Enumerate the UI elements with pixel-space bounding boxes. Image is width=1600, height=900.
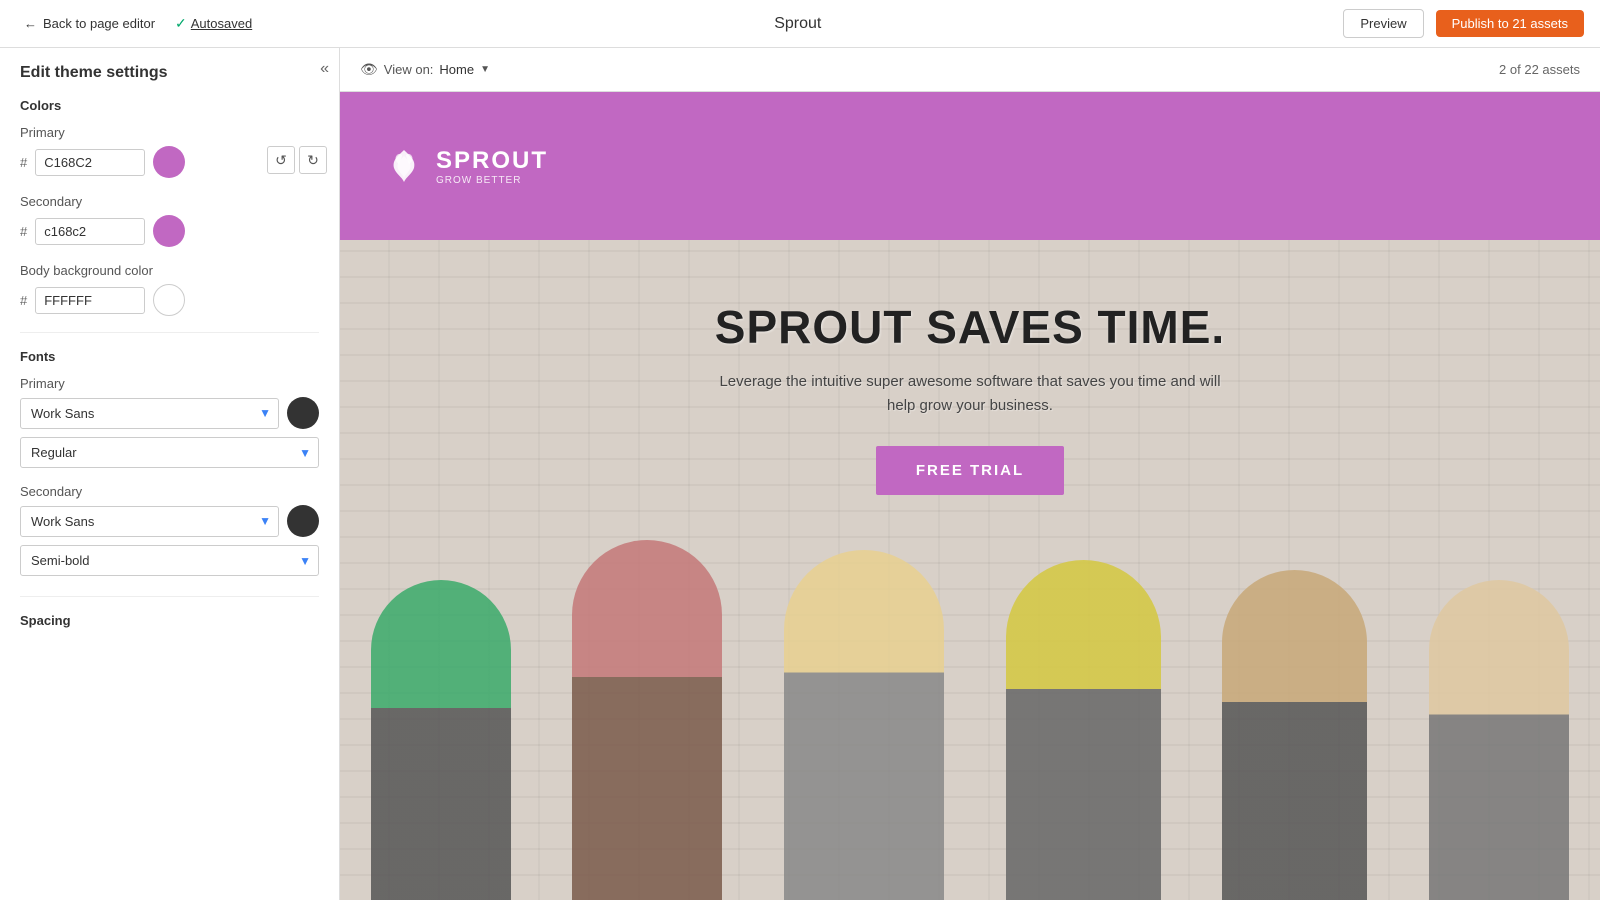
person-6 — [1429, 580, 1569, 900]
autosaved-label: Autosaved — [191, 16, 252, 31]
person-2 — [572, 540, 722, 900]
double-chevron-icon: « — [320, 60, 329, 78]
hero-title: SPROUT SAVES TIME. — [715, 300, 1225, 354]
check-icon: ✓ — [175, 15, 187, 32]
fonts-section: Fonts Primary Work Sans Roboto Open Sans… — [20, 349, 319, 628]
undo-button[interactable]: ↺ — [267, 146, 295, 174]
secondary-font-select[interactable]: Work Sans Roboto Open Sans Lato — [20, 506, 279, 537]
panel-title: Edit theme settings — [20, 64, 319, 82]
view-on-group: 👁 View on: Home ▼ — [360, 61, 490, 78]
logo-area: SPROUT GROW BETTER — [380, 142, 548, 190]
body-bg-color-group: Body background color # — [20, 263, 319, 316]
view-on-label: View on: — [384, 62, 434, 77]
topbar-left: ← Back to page editor ✓ Autosaved — [16, 12, 252, 35]
primary-font-select[interactable]: Work Sans Roboto Open Sans Lato — [20, 398, 279, 429]
undo-redo-group: ↺ ↻ — [267, 146, 327, 174]
secondary-color-swatch[interactable] — [153, 215, 185, 247]
body-bg-color-input[interactable] — [35, 287, 145, 314]
website-preview: SPROUT GROW BETTER — [340, 92, 1600, 900]
collapse-panel-button[interactable]: « — [320, 60, 329, 78]
site-header: SPROUT GROW BETTER — [340, 92, 1600, 240]
logo-text-group: SPROUT GROW BETTER — [436, 147, 548, 186]
fonts-spacing-divider — [20, 596, 319, 597]
back-to-editor-button[interactable]: ← Back to page editor — [16, 12, 163, 35]
body-bg-color-label: Body background color — [20, 263, 319, 278]
secondary-color-input-row: # — [20, 215, 319, 247]
logo-icon — [380, 142, 428, 190]
primary-color-input[interactable] — [35, 149, 145, 176]
primary-font-group: Primary Work Sans Roboto Open Sans Lato … — [20, 376, 319, 468]
hero-subtitle: Leverage the intuitive super awesome sof… — [710, 370, 1230, 418]
primary-color-swatch[interactable] — [153, 146, 185, 178]
body-bg-color-input-row: # — [20, 284, 319, 316]
preview-frame: SPROUT GROW BETTER — [340, 92, 1600, 900]
person-5 — [1222, 570, 1367, 900]
eye-icon: 👁 — [360, 61, 378, 78]
person-1 — [371, 580, 511, 900]
colors-section-label: Colors — [20, 98, 319, 113]
secondary-font-color-swatch[interactable] — [287, 505, 319, 537]
left-panel: « Edit theme settings ↺ ↻ Colors Primary… — [0, 48, 340, 900]
logo-tagline: GROW BETTER — [436, 175, 548, 186]
secondary-font-weight-select[interactable]: Semi-bold Regular Bold Light — [20, 545, 319, 576]
primary-font-select-wrapper: Work Sans Roboto Open Sans Lato ▼ — [20, 398, 279, 429]
person-4 — [1006, 560, 1161, 900]
secondary-font-weight-row: Semi-bold Regular Bold Light ▼ — [20, 545, 319, 576]
primary-font-select-row: Work Sans Roboto Open Sans Lato ▼ — [20, 397, 319, 429]
primary-font-weight-row: Regular Bold Semi-bold Light ▼ — [20, 437, 319, 468]
secondary-color-input[interactable] — [35, 218, 145, 245]
publish-button[interactable]: Publish to 21 assets — [1436, 10, 1584, 37]
back-button-label: Back to page editor — [43, 16, 155, 31]
primary-font-weight-select[interactable]: Regular Bold Semi-bold Light — [20, 437, 319, 468]
topbar-right: Preview Publish to 21 assets — [1343, 9, 1584, 38]
secondary-font-group: Secondary Work Sans Roboto Open Sans Lat… — [20, 484, 319, 576]
hash-prefix-secondary: # — [20, 224, 27, 239]
colors-fonts-divider — [20, 332, 319, 333]
primary-font-color-swatch[interactable] — [287, 397, 319, 429]
view-caret-icon: ▼ — [480, 64, 490, 75]
hero-cta-button[interactable]: FREE TRIAL — [876, 446, 1064, 495]
panel-content: Edit theme settings ↺ ↻ Colors Primary # — [0, 48, 339, 656]
spacing-section-label: Spacing — [20, 613, 319, 628]
body-bg-color-swatch[interactable] — [153, 284, 185, 316]
secondary-font-label: Secondary — [20, 484, 319, 499]
main-layout: « Edit theme settings ↺ ↻ Colors Primary… — [0, 48, 1600, 900]
site-hero: SPROUT SAVES TIME. Leverage the intuitiv… — [340, 240, 1600, 900]
view-on-page-link[interactable]: Home — [439, 62, 474, 77]
autosaved-indicator: ✓ Autosaved — [175, 15, 252, 32]
secondary-font-select-wrapper: Work Sans Roboto Open Sans Lato ▼ — [20, 506, 279, 537]
app-title: Sprout — [774, 15, 821, 33]
redo-button[interactable]: ↻ — [299, 146, 327, 174]
secondary-color-label: Secondary — [20, 194, 319, 209]
colors-section: Colors Primary # Secondary # — [20, 98, 319, 316]
person-3 — [784, 550, 944, 900]
fonts-section-label: Fonts — [20, 349, 319, 364]
hash-prefix-body-bg: # — [20, 293, 27, 308]
preview-button[interactable]: Preview — [1343, 9, 1423, 38]
topbar-center: Sprout — [774, 15, 821, 33]
secondary-font-select-row: Work Sans Roboto Open Sans Lato ▼ — [20, 505, 319, 537]
assets-count: 2 of 22 assets — [1499, 62, 1580, 77]
primary-font-label: Primary — [20, 376, 319, 391]
hash-prefix-primary: # — [20, 155, 27, 170]
hero-content: SPROUT SAVES TIME. Leverage the intuitiv… — [340, 240, 1600, 495]
chevron-left-icon: ← — [24, 16, 37, 31]
view-bar: 👁 View on: Home ▼ 2 of 22 assets — [340, 48, 1600, 92]
right-panel: 👁 View on: Home ▼ 2 of 22 assets — [340, 48, 1600, 900]
primary-color-label: Primary — [20, 125, 319, 140]
secondary-color-group: Secondary # — [20, 194, 319, 247]
topbar: ← Back to page editor ✓ Autosaved Sprout… — [0, 0, 1600, 48]
logo-name: SPROUT — [436, 147, 548, 175]
